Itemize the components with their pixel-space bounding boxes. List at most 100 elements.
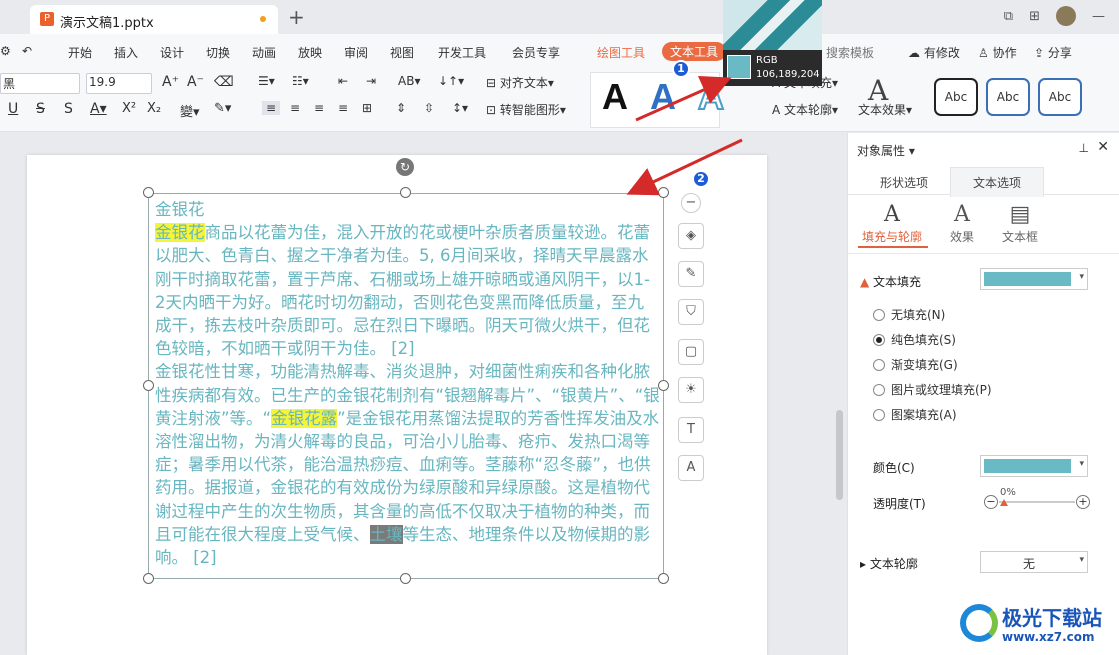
outline-dropdown[interactable]: 无 ▾	[980, 551, 1088, 573]
close-icon[interactable]: ✕	[1097, 139, 1109, 155]
menu-design[interactable]: 设计	[160, 44, 184, 61]
layers-icon[interactable]: ◈	[678, 223, 704, 249]
superscript-icon[interactable]: X²	[122, 101, 136, 116]
resize-handle-br[interactable]	[658, 573, 669, 584]
collapse-icon[interactable]: −	[681, 193, 701, 213]
bullet-list-icon[interactable]: ☰▾	[258, 74, 275, 88]
pin-icon[interactable]: ⊥	[1079, 141, 1089, 155]
menu-view[interactable]: 视图	[390, 44, 414, 61]
decrease-transparency-button[interactable]: −	[984, 495, 998, 509]
align-text-button[interactable]: ⊟ 对齐文本▾	[486, 74, 554, 91]
justify-icon[interactable]: ≡	[338, 101, 348, 115]
menu-developer[interactable]: 开发工具	[438, 44, 486, 61]
radio-picture-fill[interactable]: 图片或纹理填充(P)	[873, 381, 992, 398]
tab-shape-options[interactable]: 形状选项	[880, 174, 928, 191]
new-tab-button[interactable]: +	[288, 5, 305, 29]
slide-text[interactable]: 金银花 金银花商品以花蕾为佳，混入开放的花或梗叶杂质者质量较逊。花蕾以肥大、色青…	[155, 198, 660, 569]
menu-animation[interactable]: 动画	[252, 44, 276, 61]
menu-slideshow[interactable]: 放映	[298, 44, 322, 61]
increase-transparency-button[interactable]: +	[1076, 495, 1090, 509]
layout-icon[interactable]: ⧉	[1004, 9, 1013, 24]
align-center-icon[interactable]: ≡	[290, 101, 300, 115]
shrink-font-icon[interactable]: A⁻	[187, 74, 204, 90]
text-outline-button[interactable]: A 文本轮廓▾	[772, 101, 838, 118]
distribute-icon[interactable]: ⊞	[362, 101, 372, 115]
minimize-icon[interactable]: —	[1092, 9, 1105, 24]
shape-style-3[interactable]: Abc	[1038, 78, 1082, 116]
text-frame-icon[interactable]: T	[678, 417, 704, 443]
highlight-icon[interactable]: ✎▾	[214, 101, 231, 116]
align-right-icon[interactable]: ≡	[314, 101, 324, 115]
subscript-icon[interactable]: X₂	[147, 101, 161, 116]
numbered-list-icon[interactable]: ☷▾	[292, 74, 309, 88]
underline-icon[interactable]: U	[8, 101, 18, 117]
transparency-slider[interactable]	[999, 501, 1075, 503]
modify-button[interactable]: ☁ 有修改	[908, 44, 960, 61]
text-style-blue[interactable]: A	[650, 76, 676, 118]
menu-home[interactable]: 开始	[68, 44, 92, 61]
apps-grid-icon[interactable]: ⊞	[1029, 9, 1040, 24]
smart-shape-button[interactable]: ⊡ 转智能图形▾	[486, 101, 566, 118]
grow-font-icon[interactable]: A⁺	[162, 74, 179, 90]
spacing-dropdown-icon[interactable]: ↕▾	[452, 101, 468, 115]
menu-text-tools[interactable]: 文本工具	[662, 42, 727, 61]
menu-review[interactable]: 审阅	[344, 44, 368, 61]
canvas-scrollbar[interactable]	[834, 140, 844, 655]
resize-handle-tr[interactable]	[658, 187, 669, 198]
radio-pattern-fill[interactable]: 图案填充(A)	[873, 406, 957, 423]
outdent-icon[interactable]: ⇤	[338, 74, 348, 88]
text-effect-icon[interactable]: A	[868, 74, 888, 107]
align-left-icon[interactable]: ≡	[262, 101, 281, 115]
shape-style-2[interactable]: Abc	[986, 78, 1030, 116]
border-icon[interactable]: ▢	[678, 339, 704, 365]
para-spacing-icon[interactable]: ⇳	[424, 101, 434, 115]
resize-handle-bl[interactable]	[143, 573, 154, 584]
resize-handle-b[interactable]	[400, 573, 411, 584]
color-dropdown[interactable]: ▾	[980, 455, 1088, 477]
resize-handle-t[interactable]	[400, 187, 411, 198]
text-outline-section[interactable]: ▸ 文本轮廓	[860, 555, 918, 572]
strike-alt-icon[interactable]: S	[64, 101, 73, 117]
subtab-fill-outline[interactable]: A 填充与轮廓	[852, 202, 932, 245]
resize-handle-l[interactable]	[143, 380, 154, 391]
share-button[interactable]: ⇪ 分享	[1034, 44, 1072, 61]
radio-no-fill[interactable]: 无填充(N)	[873, 306, 945, 323]
line-spacing-icon[interactable]: ⇕	[396, 101, 406, 115]
text-style-outline[interactable]: A	[697, 75, 725, 118]
text-style-black[interactable]: A	[602, 76, 628, 118]
strike-icon[interactable]: S	[36, 101, 45, 117]
menu-transition[interactable]: 切换	[206, 44, 230, 61]
shape-style-1[interactable]: Abc	[934, 78, 978, 116]
tab-text-options[interactable]: 文本选项	[950, 167, 1045, 197]
settings-icon[interactable]: ⚙	[0, 44, 11, 58]
font-size-select[interactable]: 19.9	[86, 73, 152, 94]
clear-format-icon[interactable]: ⌫	[214, 74, 234, 90]
slider-thumb[interactable]	[1000, 499, 1008, 506]
scroll-thumb[interactable]	[836, 410, 843, 500]
indent-icon[interactable]: ⇥	[366, 74, 376, 88]
menu-search-template[interactable]: 搜索模板	[826, 44, 874, 61]
menu-insert[interactable]: 插入	[114, 44, 138, 61]
phonetic-icon[interactable]: 變▾	[180, 101, 200, 120]
text-fill-section[interactable]: ▲ 文本填充	[860, 273, 921, 290]
pen-icon[interactable]: ✎	[678, 261, 704, 287]
document-tab[interactable]: P 演示文稿1.pptx	[30, 5, 278, 34]
collab-button[interactable]: ♙ 协作	[978, 44, 1017, 61]
subtab-textbox[interactable]: ▤ 文本框	[980, 202, 1060, 245]
menu-drawing-tools[interactable]: 绘图工具	[597, 44, 645, 61]
text-direction-icon[interactable]: AB▾	[398, 74, 420, 88]
text-style-icon[interactable]: A	[678, 455, 704, 481]
sort-icon[interactable]: ↓↑▾	[438, 74, 464, 88]
resize-handle-tl[interactable]	[143, 187, 154, 198]
radio-gradient-fill[interactable]: 渐变填充(G)	[873, 356, 958, 373]
bulb-icon[interactable]: ☀	[678, 377, 704, 403]
font-color-icon[interactable]: A▾	[90, 101, 107, 117]
font-select[interactable]: 黑	[0, 73, 80, 94]
fill-bucket-icon[interactable]: ⛉	[678, 299, 704, 325]
undo-icon[interactable]: ↶	[22, 44, 32, 58]
avatar[interactable]	[1056, 6, 1076, 26]
menu-member[interactable]: 会员专享	[512, 44, 560, 61]
rotate-handle-icon[interactable]: ↻	[396, 158, 414, 176]
radio-solid-fill[interactable]: 纯色填充(S)	[873, 331, 956, 348]
fill-color-dropdown[interactable]: ▾	[980, 268, 1088, 290]
